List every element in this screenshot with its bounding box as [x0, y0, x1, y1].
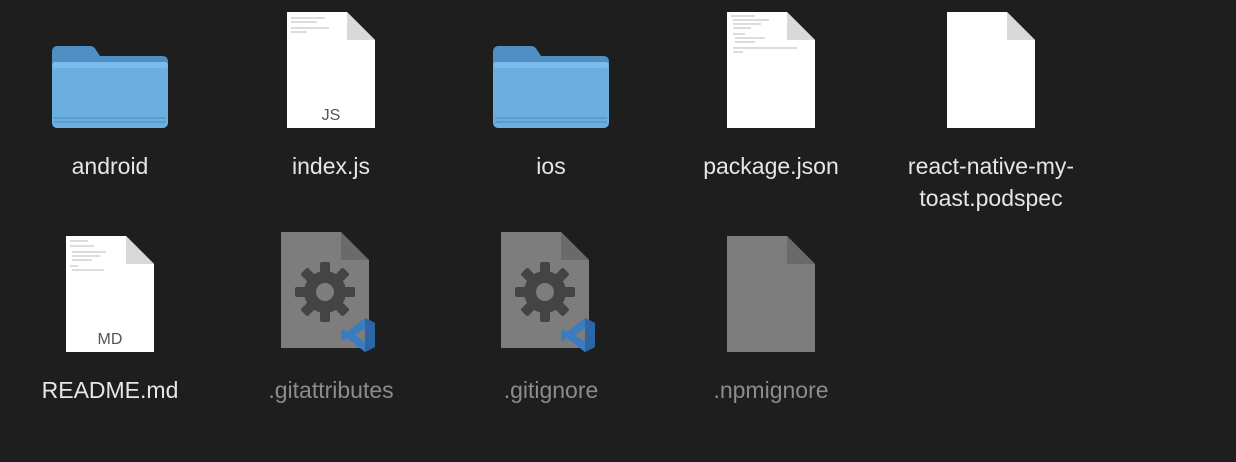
folder-icon[interactable]	[481, 6, 621, 130]
file-item-ios[interactable]: ios	[451, 6, 651, 182]
file-name: index.js	[292, 153, 370, 179]
file-name: ios	[536, 153, 566, 179]
file-name: react-native-my- toast.podspec	[907, 153, 1075, 211]
file-item-index-js[interactable]: JS index.js	[231, 6, 431, 182]
file-item-gitattributes[interactable]: .gitattributes	[231, 230, 431, 406]
js-document-icon[interactable]: JS	[261, 6, 401, 130]
json-document-icon[interactable]	[701, 6, 841, 130]
file-name: .gitattributes	[268, 377, 394, 403]
blank-document-icon[interactable]	[921, 6, 1061, 130]
file-name: .npmignore	[713, 377, 829, 403]
file-item-podspec[interactable]: react-native-my- toast.podspec	[891, 6, 1091, 214]
hidden-document-icon[interactable]	[701, 230, 841, 354]
vscode-settings-icon[interactable]	[261, 230, 401, 354]
file-type-badge: MD	[98, 331, 123, 348]
file-item-package-json[interactable]: package.json	[671, 6, 871, 182]
file-name: .gitignore	[503, 377, 599, 403]
file-item-gitignore[interactable]: .gitignore	[451, 230, 651, 406]
file-item-readme[interactable]: MD README.md	[10, 230, 210, 406]
gear-icon	[295, 262, 355, 322]
gear-icon	[515, 262, 575, 322]
file-name: android	[71, 153, 149, 179]
file-item-android[interactable]: android	[10, 6, 210, 182]
file-name: package.json	[703, 153, 839, 179]
md-document-icon[interactable]: MD	[40, 230, 180, 354]
vscode-settings-icon[interactable]	[481, 230, 621, 354]
folder-icon[interactable]	[40, 6, 180, 130]
file-item-npmignore[interactable]: .npmignore	[671, 230, 871, 406]
file-type-badge: JS	[322, 107, 341, 124]
file-name: README.md	[41, 377, 179, 403]
